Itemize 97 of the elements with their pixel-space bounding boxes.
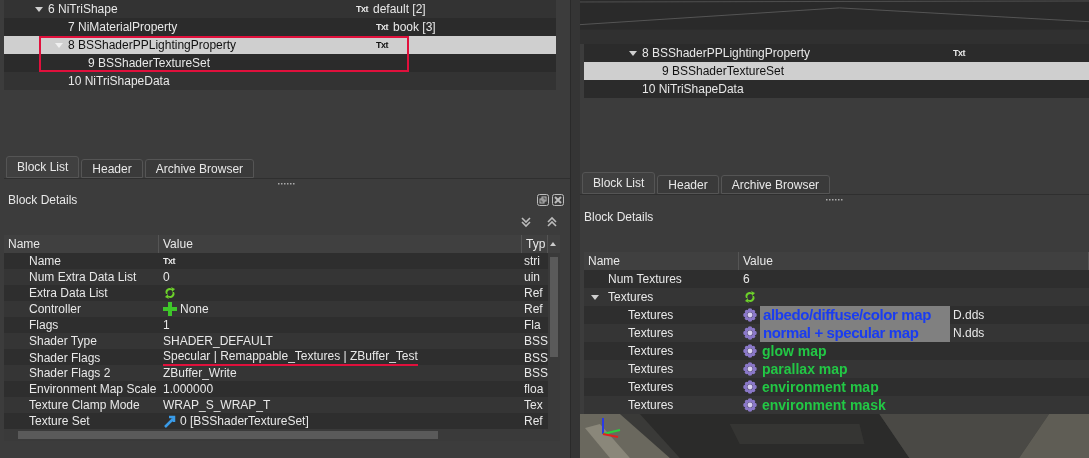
float-icon[interactable] [537,194,549,206]
type-tag: Txt [376,22,388,32]
tab[interactable]: Archive Browser [720,174,831,194]
flower-icon [743,326,757,341]
table-cell-text: Name [28,254,62,268]
node-label: 8 BSShaderPPLightingProperty [642,46,811,61]
node-label: 7 NiMaterialProperty [68,20,178,34]
tree-row[interactable]: 8 BSShaderPPLightingProperty Txt [584,44,1089,63]
table-cell-text: Fla [523,318,542,332]
tree-row[interactable]: 8 BSShaderPPLightingProperty Txt [4,36,556,54]
splitter-handle-icon[interactable] [825,198,844,201]
scrollbar[interactable] [548,253,560,429]
tab[interactable]: Header [657,174,719,194]
table-cell-text: Texture Set [28,414,91,428]
tree-row[interactable]: 10 NiTriShapeData [4,72,556,90]
flower-icon [743,344,757,359]
refresh-icon [163,286,177,300]
table-cell: WRAP_S_WRAP_T [163,398,271,412]
tree-row[interactable]: 6 NiTriShape Txt default [2] [4,0,556,18]
table-cell-text: Tex [523,398,544,412]
table-cell-text: BSS [523,334,548,348]
flower-icon [743,362,757,377]
table-cell-text: BSS [523,366,548,380]
tree-row[interactable]: 9 BSShaderTextureSet [4,54,556,72]
table-cell-text: Ref [523,414,544,428]
table-cell-text: stri [523,254,541,268]
table-cell: 0 [163,270,170,284]
flower-icon [743,380,757,395]
node-label: 9 BSShaderTextureSet [88,56,211,70]
expand-arrow-icon[interactable] [34,4,44,14]
table-cell-text: Texture Clamp Mode [28,398,141,412]
axes-icon [600,416,622,439]
annotation-label: parallax map [761,360,849,379]
table-cell-text: Shader Flags 2 [28,366,112,380]
tree-row[interactable]: 10 NiTriShapeData [584,80,1089,99]
type-tag: Txt [953,48,965,59]
table-cell-text: Textures [627,362,674,377]
table-cell: SHADER_DEFAULT [163,334,273,348]
table-cell-text: Flags [28,318,60,332]
plus-icon [163,302,177,316]
table-cell: Textures [608,290,654,305]
flower-icon [743,398,757,413]
table-cell-text: Extra Data List [28,286,109,300]
node-label: 6 NiTriShape [48,2,118,16]
tab[interactable]: Block List [6,156,80,178]
table-cell-text: Ref [523,302,544,316]
table-cell-text: uin [523,270,541,284]
type-tag: Txt [163,256,175,266]
type-tag: Txt [376,40,388,50]
node-label: 9 BSShaderTextureSet [662,64,785,79]
table-cell-text: Shader Flags [28,350,102,365]
table-cell: 0 [BSShaderTextureSet] [180,414,309,428]
close-icon[interactable] [552,194,564,206]
chevron-up-icon[interactable] [546,216,558,228]
chevron-down-icon[interactable] [520,216,532,228]
table-cell-text: Num Extra Data List [28,270,138,284]
table-cell-text: BSS [523,350,548,365]
panel-title: Block Details [8,193,78,207]
table-cell-text: Environment Map Scale [28,382,158,396]
annotation-label: environment map [761,378,880,397]
table-cell-text: Textures [627,380,674,395]
table-cell-text: Num Textures [607,272,682,287]
flower-icon [743,308,757,323]
node-label: 8 BSShaderPPLightingProperty [68,38,237,52]
annotation-label: environment mask [761,396,887,415]
table-cell-text: Ref [523,286,544,300]
table-cell: N.dds [953,326,985,341]
annotation-label: glow map [761,342,828,361]
node-label: 10 NiTriShapeData [68,74,170,88]
tab[interactable]: Block List [582,171,656,194]
type-tag: Txt [356,4,368,14]
panel-title: Block Details [584,210,654,225]
table-cell-text: floa [523,382,545,396]
table-cell-text: Textures [627,344,674,359]
tab[interactable]: Header [81,159,143,178]
node-value: book [3] [393,20,436,34]
annotation-label: albedo/diffuse/color map [763,308,931,323]
table-cell-text: Shader Type [28,334,98,348]
table-cell-text: Textures [627,326,674,341]
refresh-icon [743,290,757,305]
table-cell: D.dds [953,308,985,323]
tab[interactable]: Archive Browser [144,159,255,178]
arrow-icon [163,414,177,428]
table-cell: ZBuffer_Write [163,366,237,380]
table-cell: 6 [743,272,750,287]
table-cell-text: Textures [627,308,674,323]
splitter-handle-icon[interactable] [278,183,296,185]
table-cell-text: Textures [627,398,674,413]
table-cell-text: Controller [28,302,83,316]
node-label: 10 NiTriShapeData [642,82,744,97]
tree-row[interactable]: 9 BSShaderTextureSet [584,62,1089,81]
node-value: default [2] [373,2,426,16]
tree-row[interactable]: 7 NiMaterialProperty Txt book [3] [4,18,556,36]
table-cell: None [180,302,209,316]
table-cell: 1.000000 [163,382,214,396]
table-cell: 1 [163,318,170,332]
annotation-label: normal + specular map [763,326,919,341]
